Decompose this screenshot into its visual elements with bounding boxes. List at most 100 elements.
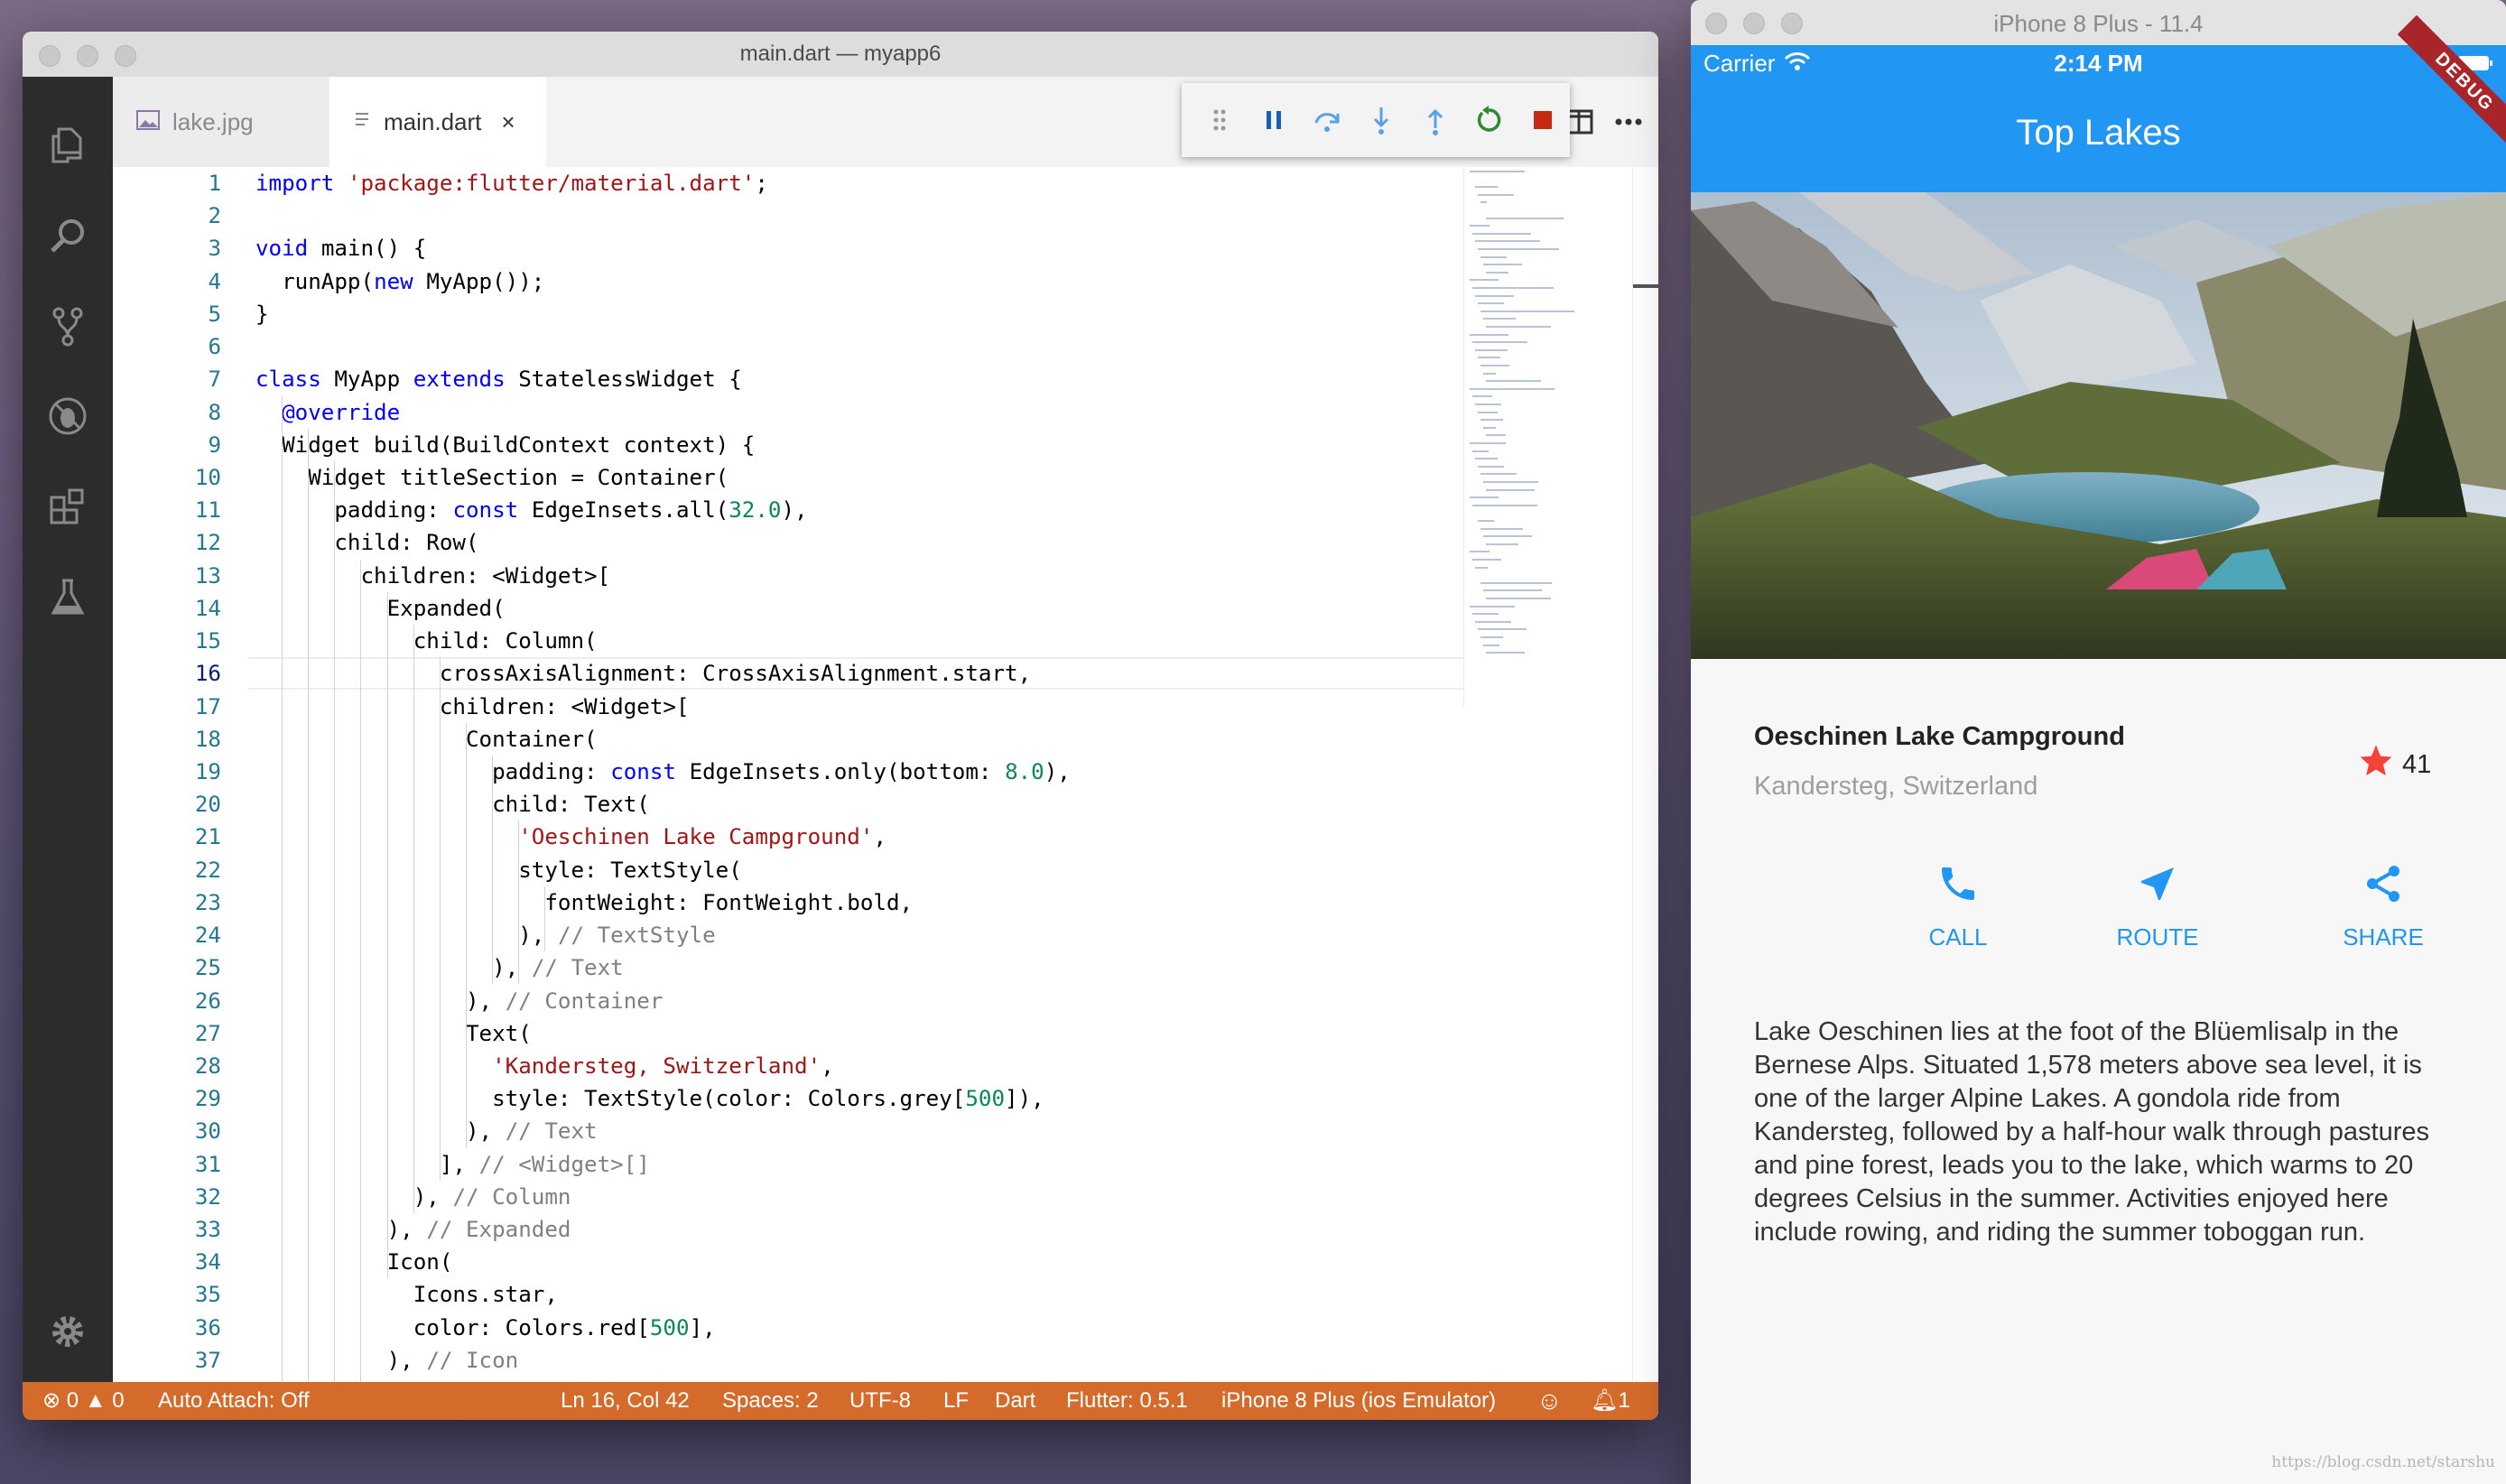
tab-lake-jpg[interactable]: lake.jpg (113, 77, 329, 167)
code-line[interactable]: crossAxisAlignment: CrossAxisAlignment.s… (255, 657, 1031, 690)
code-token: EdgeInsets.all( (531, 497, 729, 524)
notifications[interactable]: 🔔︎1 (1591, 1382, 1630, 1420)
stop-icon[interactable] (1516, 91, 1570, 149)
explorer-icon[interactable] (42, 120, 93, 171)
close-tab-icon[interactable]: × (501, 108, 515, 136)
debug-icon[interactable] (42, 391, 93, 441)
settings-gear-icon[interactable] (42, 1306, 93, 1357)
code-line[interactable]: children: <Widget>[ (255, 691, 690, 723)
problems-indicator[interactable]: ⊗ 0 ▲ 0 (42, 1382, 125, 1420)
code-line[interactable]: runApp(new MyApp()); (255, 265, 544, 298)
indentation-status[interactable]: Spaces: 2 (722, 1382, 819, 1420)
code-line[interactable]: fontWeight: FontWeight.bold, (255, 886, 913, 919)
zoom-window-button[interactable] (115, 45, 136, 67)
code-line[interactable]: @override (255, 396, 400, 429)
code-line[interactable]: ), // TextStyle (255, 919, 715, 951)
feedback-smiley-icon[interactable]: ☺ (1536, 1382, 1563, 1420)
auto-attach-status[interactable]: Auto Attach: Off (158, 1382, 310, 1420)
restart-icon[interactable] (1462, 91, 1517, 149)
warning-count: 0 (112, 1388, 125, 1413)
eol-status[interactable]: LF (943, 1382, 969, 1420)
code-line[interactable]: padding: const EdgeInsets.all(32.0), (255, 494, 808, 526)
cursor-position[interactable]: Ln 16, Col 42 (561, 1382, 690, 1420)
zoom-window-button[interactable] (1781, 13, 1803, 34)
minimize-window-button[interactable] (77, 45, 98, 67)
language-mode[interactable]: Dart (995, 1382, 1035, 1420)
code-token: 'Kandersteg, Switzerland' (492, 1053, 821, 1079)
code-line[interactable]: style: TextStyle(color: Colors.grey[500]… (255, 1082, 1044, 1115)
minimize-window-button[interactable] (1743, 13, 1765, 34)
code-line[interactable]: class MyApp extends StatelessWidget { (255, 363, 742, 395)
code-line[interactable]: child: Row( (255, 526, 478, 559)
code-line[interactable]: Icon( (255, 1246, 453, 1278)
grip-icon[interactable] (1193, 91, 1247, 149)
scroll-position-marker (1633, 284, 1658, 288)
minimap-line (1483, 535, 1532, 538)
code-line[interactable]: color: Colors.red[500], (255, 1312, 716, 1344)
search-icon[interactable] (42, 210, 93, 261)
step-out-icon[interactable] (1408, 91, 1462, 149)
tab-main-dart[interactable]: main.dart × (329, 77, 546, 167)
rating[interactable]: 41 (2357, 742, 2431, 787)
code-line[interactable]: Container( (255, 723, 598, 756)
step-into-icon[interactable] (1354, 91, 1408, 149)
app-bar: Carrier 2:14 PM Top Lakes DEBUG (1691, 14, 2506, 192)
code-line[interactable]: child: Column( (255, 625, 598, 657)
code-token: @override (282, 399, 401, 425)
code-line[interactable]: ), // Icon (255, 1344, 519, 1377)
code-area[interactable]: import 'package:flutter/material.dart'; … (255, 167, 1464, 1416)
code-line[interactable]: Widget titleSection = Container( (255, 461, 729, 494)
code-line[interactable]: child: Text( (255, 788, 650, 821)
minimap-line (1475, 186, 1499, 189)
route-button[interactable]: ROUTE (2085, 862, 2230, 951)
test-flask-icon[interactable] (42, 571, 93, 622)
editor-scrollbar[interactable] (1632, 167, 1658, 1416)
code-line[interactable]: Text( (255, 1017, 532, 1050)
simulator-window-controls (1705, 13, 1803, 34)
device-selector[interactable]: iPhone 8 Plus (ios Emulator) (1221, 1382, 1496, 1420)
flutter-version[interactable]: Flutter: 0.5.1 (1066, 1382, 1188, 1420)
line-number: 30 (194, 1118, 221, 1145)
code-line[interactable]: ), // Container (255, 985, 663, 1017)
code-line[interactable]: ], // <Widget>[] (255, 1148, 650, 1181)
code-line[interactable]: import 'package:flutter/material.dart'; (255, 167, 782, 199)
line-number: 28 (194, 1053, 221, 1079)
step-over-icon[interactable] (1300, 91, 1354, 149)
call-button[interactable]: CALL (1886, 862, 2030, 951)
line-number: 10 (194, 464, 221, 490)
code-line[interactable]: } (255, 298, 269, 330)
code-line[interactable]: Icons.star, (255, 1278, 558, 1311)
indent-guide (518, 821, 519, 985)
minimap[interactable] (1463, 167, 1631, 709)
encoding-status[interactable]: UTF-8 (849, 1382, 911, 1420)
code-line[interactable]: Expanded( (255, 592, 506, 625)
code-line[interactable]: Widget build(BuildContext context) { (255, 429, 755, 461)
minimap-line (1478, 411, 1498, 413)
code-editor[interactable]: 1 2 3 4 5 6 7 8 9 10 11 12 13 14 15 16 17 18 19 20 21 22 23 24 2… (113, 167, 1658, 1416)
minimap-line (1483, 589, 1542, 592)
code-token: children: <Widget>[ (255, 693, 690, 719)
close-window-button[interactable] (39, 45, 60, 67)
place-subtitle: Kandersteg, Switzerland (1754, 772, 2038, 801)
pause-icon[interactable] (1247, 91, 1301, 149)
code-line[interactable]: void main() { (255, 232, 426, 264)
code-line[interactable]: ), // Expanded (255, 1213, 571, 1246)
code-line[interactable]: style: TextStyle( (255, 854, 742, 886)
share-button[interactable]: SHARE (2311, 862, 2455, 951)
tab-label: main.dart (384, 107, 482, 135)
source-control-icon[interactable] (42, 301, 93, 351)
code-token: new (374, 268, 427, 294)
code-token: ; (755, 171, 782, 196)
line-number: 29 (194, 1086, 221, 1112)
more-actions-icon[interactable] (1609, 102, 1648, 142)
code-token: ), (781, 497, 808, 524)
line-number: 15 (194, 628, 221, 654)
code-line[interactable]: 'Oeschinen Lake Campground', (255, 821, 886, 853)
indent-guide (491, 755, 493, 985)
code-line[interactable]: 'Kandersteg, Switzerland', (255, 1050, 834, 1082)
extensions-icon[interactable] (42, 481, 93, 532)
close-window-button[interactable] (1705, 13, 1727, 34)
code-line[interactable]: ), // Text (255, 1115, 598, 1147)
code-line[interactable]: padding: const EdgeInsets.only(bottom: 8… (255, 756, 1071, 788)
